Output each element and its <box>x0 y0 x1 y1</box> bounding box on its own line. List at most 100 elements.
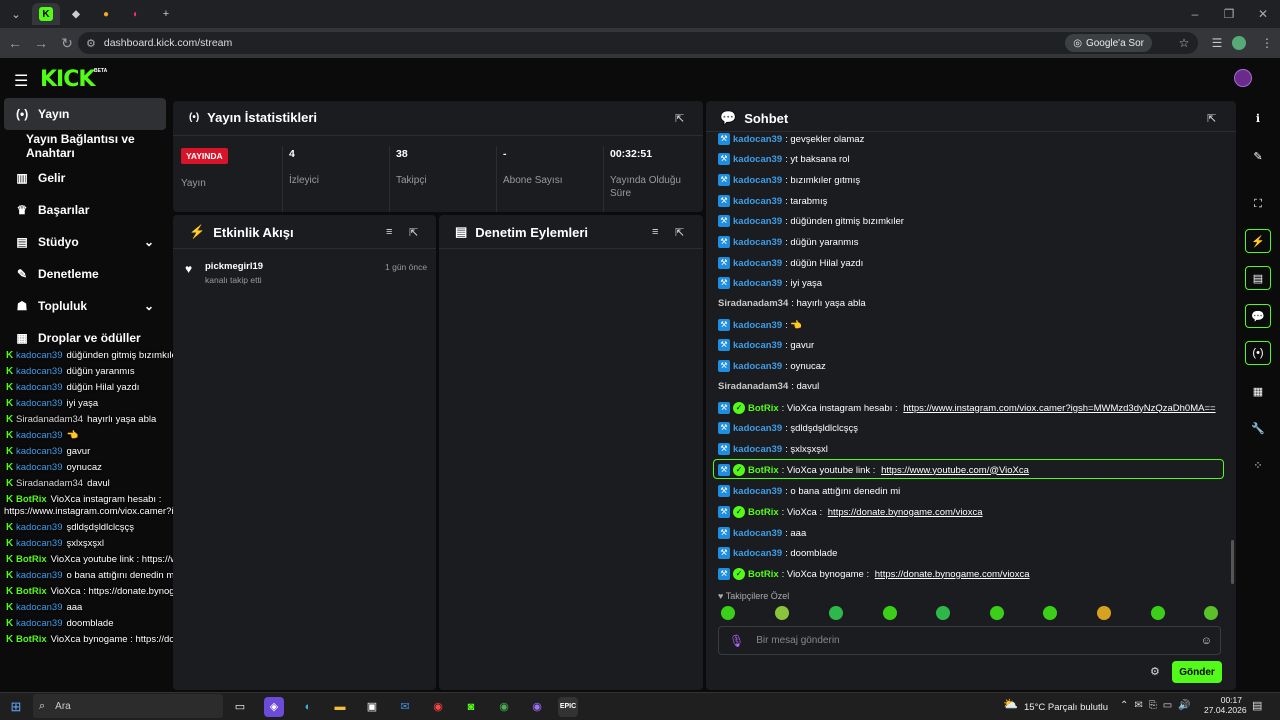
chrome-icon[interactable]: ◉ <box>428 697 448 717</box>
chat-username[interactable]: kadocan39 <box>733 340 782 351</box>
emote-icon[interactable] <box>829 606 843 620</box>
sidebar-item-denetleme[interactable]: ✎ Denetleme <box>4 258 166 290</box>
chat-username[interactable]: kadocan39 <box>733 278 782 289</box>
chat-link[interactable]: https://donate.bynogame.com/vioxca <box>828 507 983 518</box>
activity-toggle-icon[interactable]: ⚡ <box>1245 229 1271 253</box>
minimize-button[interactable]: – <box>1178 0 1212 28</box>
tab-4[interactable]: ◐ <box>122 3 150 25</box>
sidebar-item-studyo[interactable]: ▤ Stüdyo ⌄ <box>4 226 166 258</box>
chat-link[interactable]: https://www.instagram.com/viox.camer?igs… <box>903 403 1215 414</box>
info-icon[interactable]: ℹ <box>1245 106 1271 130</box>
activity-user[interactable]: pickmegirl19 <box>205 261 263 272</box>
tab-3[interactable]: ● <box>92 3 120 25</box>
sidebar-item-basarilar[interactable]: ♛ Başarılar <box>4 194 166 226</box>
windows-start-icon[interactable]: ⊞ <box>6 697 26 717</box>
chat-username[interactable]: kadocan39 <box>733 154 782 165</box>
chat-username[interactable]: BotRix <box>748 465 779 476</box>
chat-link[interactable]: https://www.youtube.com/@VioXca <box>881 465 1029 476</box>
close-button[interactable]: ✕ <box>1246 0 1280 28</box>
ask-google-button[interactable]: ◎ Google'a Sor <box>1065 34 1152 52</box>
kick-app-icon[interactable]: ◙ <box>461 697 481 717</box>
emote-icon[interactable] <box>1097 606 1111 620</box>
emote-icon[interactable] <box>721 606 735 620</box>
store-icon[interactable]: ▣ <box>362 697 382 717</box>
wrench-icon[interactable]: 🔧 <box>1245 416 1271 440</box>
chat-username[interactable]: kadocan39 <box>733 528 782 539</box>
bookmark-star-icon[interactable]: ☆ <box>1175 34 1193 52</box>
app-icon[interactable]: ◉ <box>527 697 547 717</box>
chat-username[interactable]: kadocan39 <box>733 423 782 434</box>
chat-username[interactable]: Siradanadam34 <box>718 381 788 392</box>
url-bar[interactable]: ⚙ dashboard.kick.com/stream <box>78 32 1198 54</box>
emote-icon[interactable] <box>883 606 897 620</box>
layout-icon[interactable]: ▦ <box>1245 379 1271 403</box>
sidebar-item-topluluk[interactable]: ☗ Topluluk ⌄ <box>4 290 166 322</box>
mic-icon[interactable]: 🎙 <box>729 634 744 648</box>
chat-username[interactable]: kadocan39 <box>733 175 782 186</box>
chat-username[interactable]: kadocan39 <box>733 444 782 455</box>
hamburger-icon[interactable]: ☰ <box>14 71 28 91</box>
edit-icon[interactable]: ✎ <box>1245 144 1271 168</box>
chat-toggle-icon[interactable]: 💬 <box>1245 304 1271 328</box>
task-view-icon[interactable]: ▭ <box>230 697 250 717</box>
emoji-icon[interactable]: ☺ <box>1201 635 1212 647</box>
tab-search-icon[interactable]: ☰ <box>1208 34 1226 52</box>
chat-scrollbar[interactable] <box>1231 540 1234 584</box>
chrome-profile-icon[interactable]: ◉ <box>494 697 514 717</box>
chat-username[interactable]: BotRix <box>748 507 779 518</box>
site-info-icon[interactable]: ⚙ <box>86 37 96 50</box>
back-icon[interactable]: ← <box>2 35 28 51</box>
chat-username[interactable]: Siradanadam34 <box>718 298 788 309</box>
profile-avatar[interactable] <box>1232 36 1246 50</box>
maximize-button[interactable]: ❐ <box>1212 0 1246 28</box>
forward-icon[interactable]: → <box>28 35 54 51</box>
emote-icon[interactable] <box>1043 606 1057 620</box>
weather-text[interactable]: 15°C Parçalı bulutlu <box>1024 702 1108 713</box>
filter-icon[interactable]: ≡ <box>652 226 658 238</box>
chat-link[interactable]: https://donate.bynogame.com/vioxca <box>875 569 1030 580</box>
notification-icon[interactable]: ▤ <box>1252 699 1262 712</box>
system-tray[interactable]: ⌃✉⎘▭🔊 <box>1120 700 1197 711</box>
filter-icon[interactable]: ≡ <box>386 226 392 238</box>
send-button[interactable]: Gönder <box>1172 661 1222 683</box>
taskbar-search[interactable]: ⌕ Ara <box>33 694 223 718</box>
emote-icon[interactable] <box>1151 606 1165 620</box>
chat-username[interactable]: kadocan39 <box>733 361 782 372</box>
emote-icon[interactable] <box>1204 606 1218 620</box>
tab-kick[interactable]: K <box>32 3 60 25</box>
emote-icon[interactable] <box>775 606 789 620</box>
tab-list-button[interactable]: ⌄ <box>2 3 30 25</box>
mail-icon[interactable]: ✉ <box>395 697 415 717</box>
chat-username[interactable]: BotRix <box>748 569 779 580</box>
emote-icon[interactable] <box>990 606 1004 620</box>
menu-icon[interactable]: ⋮ <box>1258 34 1276 52</box>
sidebar-item-yayin[interactable]: (•) Yayın <box>4 98 166 130</box>
settings-gear-icon[interactable]: ⚙ <box>1150 665 1160 678</box>
chat-username[interactable]: kadocan39 <box>733 134 782 145</box>
edge-icon[interactable]: ◐ <box>298 697 318 717</box>
chat-input[interactable]: 🎙 Bir mesaj gönderin ☺ <box>718 626 1221 655</box>
emote-icon[interactable] <box>936 606 950 620</box>
sidebar-item-gelir[interactable]: ▥ Gelir <box>4 162 166 194</box>
tab-2[interactable]: ◆ <box>62 3 90 25</box>
chat-username[interactable]: kadocan39 <box>733 196 782 207</box>
moderation-toggle-icon[interactable]: ▤ <box>1245 266 1271 290</box>
reload-icon[interactable]: ↻ <box>54 35 80 52</box>
user-avatar[interactable] <box>1234 69 1252 87</box>
popout-icon[interactable]: ⇱ <box>675 226 684 239</box>
copilot-icon[interactable]: ◈ <box>264 697 284 717</box>
popout-icon[interactable]: ⇱ <box>675 112 684 125</box>
file-explorer-icon[interactable]: ▬ <box>330 697 350 717</box>
kick-logo[interactable]: KICK <box>40 67 95 92</box>
apps-icon[interactable]: ⁘ <box>1245 453 1271 477</box>
expand-icon[interactable]: ⛶ <box>1245 192 1271 216</box>
popout-icon[interactable]: ⇱ <box>1207 112 1216 125</box>
chat-username[interactable]: BotRix <box>748 403 779 414</box>
clock[interactable]: 00:17 27.04.2026 <box>1204 695 1247 715</box>
chat-username[interactable]: kadocan39 <box>733 548 782 559</box>
chat-username[interactable]: kadocan39 <box>733 237 782 248</box>
epic-games-icon[interactable]: EPIC <box>558 697 578 717</box>
chat-username[interactable]: kadocan39 <box>733 258 782 269</box>
chat-username[interactable]: kadocan39 <box>733 486 782 497</box>
popout-icon[interactable]: ⇱ <box>409 226 418 239</box>
